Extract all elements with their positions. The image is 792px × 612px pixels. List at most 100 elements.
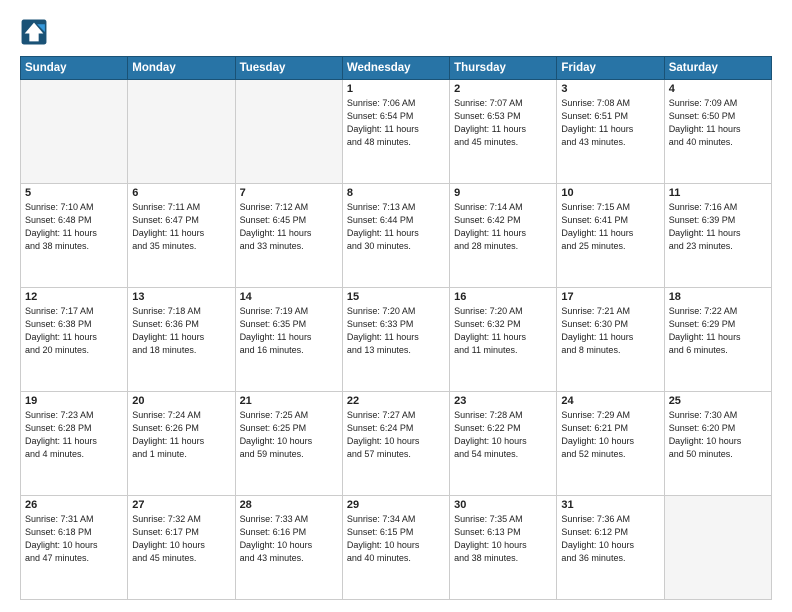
calendar-week-1: 5 Sunrise: 7:10 AM Sunset: 6:48 PM Daylig… (21, 184, 772, 288)
calendar-cell: 3Sunrise: 7:08 AM Sunset: 6:51 PM Daylig… (557, 80, 664, 184)
day-number: 19 (25, 395, 123, 407)
day-info: Sunrise: 7:23 AM Sunset: 6:28 PM Dayligh… (25, 409, 123, 461)
calendar-cell: 26 Sunrise: 7:31 AM Sunset: 6:18 PM Dayli… (21, 496, 128, 600)
day-info: Sunrise: 7:27 AM Sunset: 6:24 PM Dayligh… (347, 409, 445, 461)
day-number: 20 (132, 395, 230, 407)
day-info: Sunrise: 7:12 AM Sunset: 6:45 PM Dayligh… (240, 201, 338, 253)
day-info: Sunrise: 7:35 AM Sunset: 6:13 PM Dayligh… (454, 513, 552, 565)
day-number: 2 (454, 83, 552, 95)
day-number: 27 (132, 499, 230, 511)
day-info: Sunrise: 7:09 AM Sunset: 6:50 PM Dayligh… (669, 97, 767, 149)
calendar-cell: 17 Sunrise: 7:21 AM Sunset: 6:30 PM Dayli… (557, 288, 664, 392)
calendar-cell: 4 Sunrise: 7:09 AM Sunset: 6:50 PM Daylig… (664, 80, 771, 184)
day-number: 23 (454, 395, 552, 407)
calendar-cell (235, 80, 342, 184)
calendar-cell: 14 Sunrise: 7:19 AM Sunset: 6:35 PM Dayli… (235, 288, 342, 392)
calendar-cell: 12 Sunrise: 7:17 AM Sunset: 6:38 PM Dayli… (21, 288, 128, 392)
calendar-cell: 27 Sunrise: 7:32 AM Sunset: 6:17 PM Dayli… (128, 496, 235, 600)
calendar-cell (21, 80, 128, 184)
day-number: 16 (454, 291, 552, 303)
calendar-cell (664, 496, 771, 600)
day-header-monday: Monday (128, 57, 235, 80)
day-number: 12 (25, 291, 123, 303)
day-header-thursday: Thursday (450, 57, 557, 80)
calendar-cell: 25Sunrise: 7:30 AM Sunset: 6:20 PM Dayli… (664, 392, 771, 496)
day-number: 30 (454, 499, 552, 511)
day-info: Sunrise: 7:20 AM Sunset: 6:32 PM Dayligh… (454, 305, 552, 357)
day-header-wednesday: Wednesday (342, 57, 449, 80)
day-number: 26 (25, 499, 123, 511)
day-number: 10 (561, 187, 659, 199)
day-number: 9 (454, 187, 552, 199)
calendar-cell: 16 Sunrise: 7:20 AM Sunset: 6:32 PM Dayli… (450, 288, 557, 392)
calendar-cell: 7 Sunrise: 7:12 AM Sunset: 6:45 PM Daylig… (235, 184, 342, 288)
calendar-cell: 22 Sunrise: 7:27 AM Sunset: 6:24 PM Dayli… (342, 392, 449, 496)
calendar-cell: 21Sunrise: 7:25 AM Sunset: 6:25 PM Dayli… (235, 392, 342, 496)
day-number: 29 (347, 499, 445, 511)
calendar-cell: 30 Sunrise: 7:35 AM Sunset: 6:13 PM Dayli… (450, 496, 557, 600)
calendar-cell: 24Sunrise: 7:29 AM Sunset: 6:21 PM Dayli… (557, 392, 664, 496)
day-number: 31 (561, 499, 659, 511)
calendar-cell: 23Sunrise: 7:28 AM Sunset: 6:22 PM Dayli… (450, 392, 557, 496)
calendar-cell (128, 80, 235, 184)
day-info: Sunrise: 7:30 AM Sunset: 6:20 PM Dayligh… (669, 409, 767, 461)
day-info: Sunrise: 7:14 AM Sunset: 6:42 PM Dayligh… (454, 201, 552, 253)
day-info: Sunrise: 7:06 AM Sunset: 6:54 PM Dayligh… (347, 97, 445, 149)
day-info: Sunrise: 7:33 AM Sunset: 6:16 PM Dayligh… (240, 513, 338, 565)
day-number: 13 (132, 291, 230, 303)
day-info: Sunrise: 7:15 AM Sunset: 6:41 PM Dayligh… (561, 201, 659, 253)
day-number: 1 (347, 83, 445, 95)
day-number: 5 (25, 187, 123, 199)
calendar-cell: 8 Sunrise: 7:13 AM Sunset: 6:44 PM Daylig… (342, 184, 449, 288)
calendar-cell: 11Sunrise: 7:16 AM Sunset: 6:39 PM Dayli… (664, 184, 771, 288)
day-number: 7 (240, 187, 338, 199)
calendar-table: SundayMondayTuesdayWednesdayThursdayFrid… (20, 56, 772, 600)
day-number: 24 (561, 395, 659, 407)
calendar-cell: 31 Sunrise: 7:36 AM Sunset: 6:12 PM Dayli… (557, 496, 664, 600)
logo (20, 18, 52, 46)
day-info: Sunrise: 7:11 AM Sunset: 6:47 PM Dayligh… (132, 201, 230, 253)
day-info: Sunrise: 7:19 AM Sunset: 6:35 PM Dayligh… (240, 305, 338, 357)
day-info: Sunrise: 7:34 AM Sunset: 6:15 PM Dayligh… (347, 513, 445, 565)
day-header-sunday: Sunday (21, 57, 128, 80)
calendar-week-2: 12 Sunrise: 7:17 AM Sunset: 6:38 PM Dayli… (21, 288, 772, 392)
calendar-cell: 29 Sunrise: 7:34 AM Sunset: 6:15 PM Dayli… (342, 496, 449, 600)
calendar-cell: 28 Sunrise: 7:33 AM Sunset: 6:16 PM Dayli… (235, 496, 342, 600)
calendar-cell: 13 Sunrise: 7:18 AM Sunset: 6:36 PM Dayli… (128, 288, 235, 392)
calendar-cell: 2 Sunrise: 7:07 AM Sunset: 6:53 PM Daylig… (450, 80, 557, 184)
day-number: 14 (240, 291, 338, 303)
day-header-saturday: Saturday (664, 57, 771, 80)
day-info: Sunrise: 7:36 AM Sunset: 6:12 PM Dayligh… (561, 513, 659, 565)
day-info: Sunrise: 7:07 AM Sunset: 6:53 PM Dayligh… (454, 97, 552, 149)
calendar-cell: 10 Sunrise: 7:15 AM Sunset: 6:41 PM Dayli… (557, 184, 664, 288)
day-number: 18 (669, 291, 767, 303)
calendar-cell: 9 Sunrise: 7:14 AM Sunset: 6:42 PM Daylig… (450, 184, 557, 288)
day-info: Sunrise: 7:13 AM Sunset: 6:44 PM Dayligh… (347, 201, 445, 253)
day-info: Sunrise: 7:32 AM Sunset: 6:17 PM Dayligh… (132, 513, 230, 565)
day-number: 28 (240, 499, 338, 511)
logo-icon (20, 18, 48, 46)
day-number: 8 (347, 187, 445, 199)
day-info: Sunrise: 7:18 AM Sunset: 6:36 PM Dayligh… (132, 305, 230, 357)
day-number: 22 (347, 395, 445, 407)
day-info: Sunrise: 7:22 AM Sunset: 6:29 PM Dayligh… (669, 305, 767, 357)
calendar-body: 1 Sunrise: 7:06 AM Sunset: 6:54 PM Daylig… (21, 80, 772, 600)
calendar-cell: 1 Sunrise: 7:06 AM Sunset: 6:54 PM Daylig… (342, 80, 449, 184)
calendar-cell: 19 Sunrise: 7:23 AM Sunset: 6:28 PM Dayli… (21, 392, 128, 496)
day-number: 17 (561, 291, 659, 303)
day-header-tuesday: Tuesday (235, 57, 342, 80)
day-number: 3 (561, 83, 659, 95)
calendar-cell: 15Sunrise: 7:20 AM Sunset: 6:33 PM Dayli… (342, 288, 449, 392)
day-info: Sunrise: 7:16 AM Sunset: 6:39 PM Dayligh… (669, 201, 767, 253)
calendar-cell: 20 Sunrise: 7:24 AM Sunset: 6:26 PM Dayli… (128, 392, 235, 496)
day-info: Sunrise: 7:10 AM Sunset: 6:48 PM Dayligh… (25, 201, 123, 253)
day-info: Sunrise: 7:31 AM Sunset: 6:18 PM Dayligh… (25, 513, 123, 565)
day-number: 6 (132, 187, 230, 199)
day-info: Sunrise: 7:24 AM Sunset: 6:26 PM Dayligh… (132, 409, 230, 461)
day-number: 21 (240, 395, 338, 407)
calendar-cell: 5 Sunrise: 7:10 AM Sunset: 6:48 PM Daylig… (21, 184, 128, 288)
day-info: Sunrise: 7:17 AM Sunset: 6:38 PM Dayligh… (25, 305, 123, 357)
day-info: Sunrise: 7:21 AM Sunset: 6:30 PM Dayligh… (561, 305, 659, 357)
calendar-week-3: 19 Sunrise: 7:23 AM Sunset: 6:28 PM Dayli… (21, 392, 772, 496)
day-number: 4 (669, 83, 767, 95)
